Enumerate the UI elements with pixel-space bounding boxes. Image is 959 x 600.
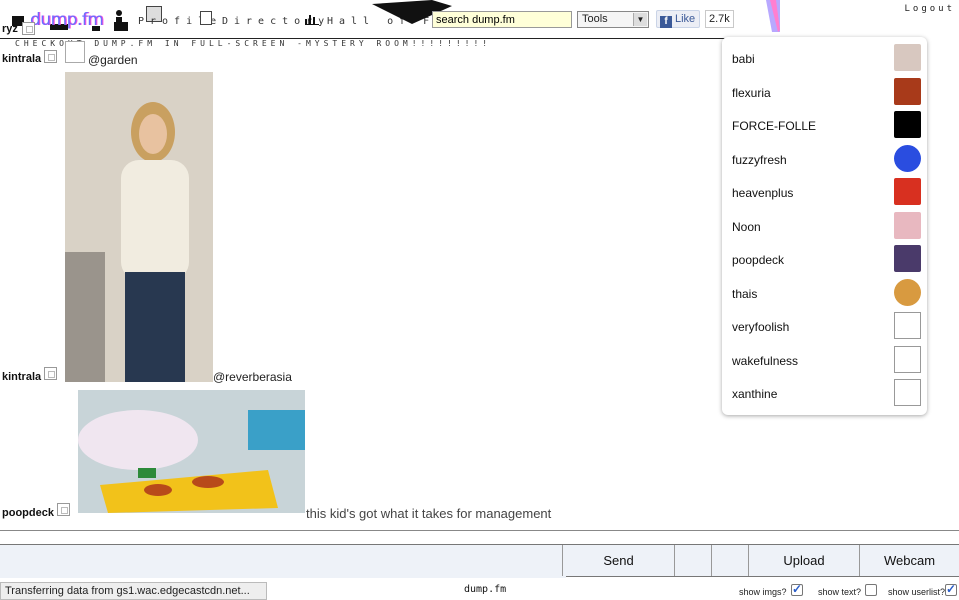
userlist-username: wakefulness [732, 353, 799, 368]
facebook-like-label: Like [675, 13, 696, 25]
userlist-username: babi [732, 52, 755, 66]
userlist-avatar[interactable] [894, 144, 921, 172]
userlist-item[interactable]: xanthine [732, 385, 777, 403]
show-text-label: show text? [818, 587, 862, 597]
site-logo[interactable]: dump.fm [30, 10, 104, 30]
message-nick[interactable]: poopdeck [2, 507, 54, 519]
message-text: this kid's got what it takes for managem… [306, 506, 552, 521]
userlist-username: veryfoolish [732, 320, 790, 334]
message-text: @garden [88, 53, 138, 67]
footer-site-name: dump.fm [464, 584, 507, 595]
chat-bottom-divider [0, 530, 959, 531]
userlist-username: heavenplus [732, 186, 794, 200]
broken-image-icon [65, 41, 85, 63]
message-nick[interactable]: ryz [2, 23, 18, 35]
userlist-item[interactable]: thais [732, 285, 757, 303]
userlist-item[interactable]: babi [732, 50, 755, 68]
show-userlist-label: show userlist? [888, 587, 946, 597]
broken-avatar-icon[interactable] [894, 312, 921, 339]
message-avatar-icon [22, 22, 35, 35]
message-photo-woman[interactable] [65, 72, 213, 382]
userlist-avatar[interactable] [894, 111, 921, 138]
tools-dropdown-label: Tools [582, 13, 608, 25]
userlist-avatar[interactable] [894, 278, 921, 306]
dropdown-arrow-icon: ▼ [633, 13, 647, 26]
message-nick[interactable]: kintrala [2, 53, 41, 65]
userlist-item[interactable]: FORCE-FOLLE [732, 117, 816, 135]
browser-status-bar: Transferring data from gs1.wac.edgecastc… [0, 582, 267, 600]
userlist-item[interactable]: heavenplus [732, 184, 793, 202]
directory-icon [200, 11, 212, 25]
search-input[interactable] [432, 11, 572, 28]
tools-dropdown[interactable]: Tools ▼ [577, 11, 649, 28]
show-imgs-checkbox[interactable] [791, 582, 803, 596]
message-nick[interactable]: kintrala [2, 371, 41, 383]
mystery-room-ticker[interactable]: CHECKOUT DUMP.FM IN FULL-SCREEN -MYSTERY… [15, 39, 491, 48]
message-avatar-icon [44, 50, 57, 63]
decorative-gradient-stripe [758, 0, 780, 32]
message-photo-kid-shape-sorter[interactable] [78, 390, 305, 513]
userlist-avatar[interactable] [894, 211, 921, 239]
userlist-item[interactable]: veryfoolish [732, 318, 789, 336]
message-input[interactable] [0, 545, 566, 578]
hall-of-fame-chart-icon [305, 12, 319, 30]
userlist-avatar[interactable] [894, 77, 921, 105]
message-avatar-icon [44, 367, 57, 380]
userlist-item[interactable]: Noon [732, 218, 761, 236]
facebook-like-count: 2.7k [705, 10, 734, 28]
userlist-item[interactable]: flexuria [732, 84, 771, 102]
person-silhouette-icon [114, 10, 124, 28]
message-text: @reverberasia [213, 370, 292, 384]
facebook-icon: f [660, 16, 672, 28]
send-button[interactable]: Send [562, 545, 674, 576]
userlist-item[interactable]: wakefulness [732, 352, 798, 370]
userlist-avatar[interactable] [894, 245, 921, 272]
userlist-item[interactable]: fuzzyfresh [732, 151, 787, 169]
broken-avatar-icon[interactable] [894, 379, 921, 406]
userlist-username: fuzzyfresh [732, 152, 787, 167]
userlist-item[interactable]: poopdeck [732, 251, 784, 269]
webcam-button[interactable]: Webcam [859, 545, 959, 576]
composer-blank-button[interactable] [711, 545, 748, 576]
logout-link[interactable]: Logout [904, 4, 955, 14]
message-avatar-icon [57, 503, 70, 516]
userlist-username: xanthine [732, 387, 778, 401]
userlist-username: poopdeck [732, 253, 785, 267]
facebook-like-button[interactable]: f Like [656, 10, 700, 28]
show-text-checkbox[interactable] [865, 584, 877, 596]
userlist-avatar[interactable] [894, 178, 921, 205]
upload-button[interactable]: Upload [748, 545, 859, 576]
show-imgs-label: show imgs? [739, 587, 787, 597]
userlist-username: flexuria [732, 85, 771, 100]
userlist-username: FORCE-FOLLE [732, 119, 817, 133]
show-userlist-checkbox[interactable] [945, 582, 957, 596]
userlist-avatar[interactable] [894, 44, 921, 71]
broken-avatar-icon[interactable] [894, 345, 921, 373]
userlist-username: thais [732, 286, 758, 301]
userlist-username: Noon [732, 219, 761, 234]
composer-blank-button[interactable] [674, 545, 711, 576]
